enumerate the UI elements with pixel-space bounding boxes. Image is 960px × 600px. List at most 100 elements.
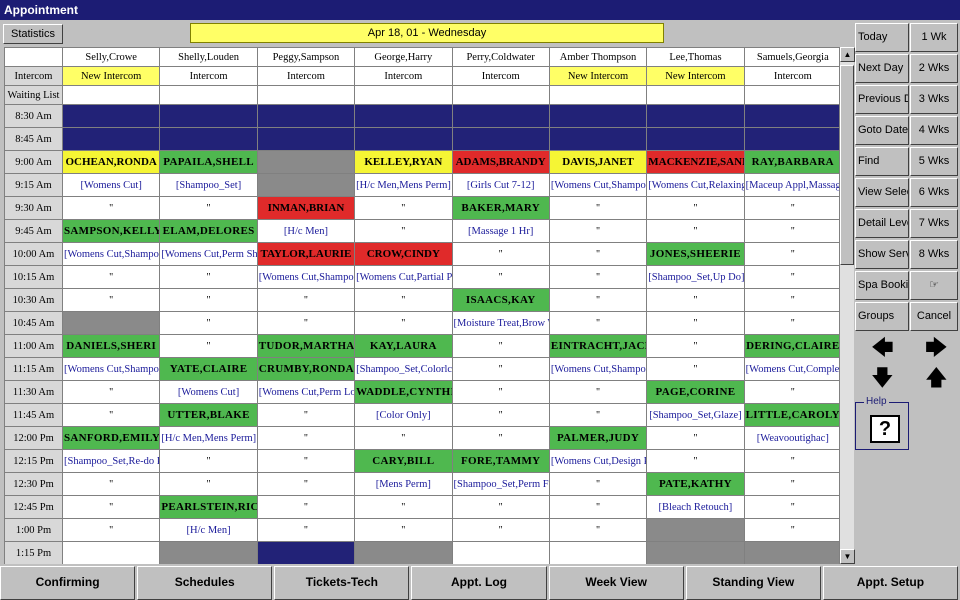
service-cell[interactable]: [Womens Cut,Shampoo <box>548 357 648 381</box>
slot-cell[interactable]: " <box>743 288 839 312</box>
slot-cell[interactable]: " <box>61 196 161 220</box>
side-nav-weeks-button[interactable]: 6 Wks <box>910 178 958 207</box>
bottom-button[interactable]: Appt. Log <box>411 566 547 600</box>
blocked-cell[interactable] <box>743 104 839 128</box>
arrow-right-icon[interactable]: 🡆 <box>925 337 948 359</box>
service-cell[interactable]: [Moisture Treat,Brow W <box>451 311 550 335</box>
side-nav-weeks-button[interactable]: 3 Wks <box>910 85 958 114</box>
slot-cell[interactable]: " <box>159 311 258 335</box>
slot-cell[interactable]: " <box>256 495 356 519</box>
slot-cell[interactable]: " <box>646 311 745 335</box>
service-cell[interactable]: [Shampoo_Set,Perm Fe <box>451 472 550 496</box>
slot-cell[interactable]: " <box>646 288 745 312</box>
appointment-cell[interactable]: DANIELS,SHERI <box>61 334 161 358</box>
scroll-thumb[interactable] <box>840 65 854 265</box>
slot-cell[interactable]: " <box>548 311 648 335</box>
appointment-cell[interactable]: ISAACS,KAY <box>451 288 550 312</box>
slot-cell[interactable]: " <box>159 472 258 496</box>
side-nav-weeks-button[interactable]: ☞ <box>910 271 958 300</box>
bottom-button[interactable]: Standing View <box>685 566 821 600</box>
unavailable-cell[interactable] <box>159 541 258 564</box>
blocked-cell[interactable] <box>61 127 161 151</box>
appointment-cell[interactable]: SANFORD,EMILY <box>61 426 161 450</box>
waiting-cell[interactable] <box>61 85 161 105</box>
slot-cell[interactable]: " <box>743 472 839 496</box>
slot-cell[interactable]: " <box>159 334 258 358</box>
service-cell[interactable]: [Womens Cut] <box>61 173 161 197</box>
unavailable-cell[interactable] <box>646 541 745 564</box>
intercom-cell[interactable]: Intercom <box>256 66 356 86</box>
slot-cell[interactable]: " <box>646 426 745 450</box>
service-cell[interactable]: [Shampoo_Set,Colorlcu <box>354 357 453 381</box>
side-nav-button[interactable]: Next Day <box>855 54 909 83</box>
appointment-cell[interactable]: ADAMS,BRANDY <box>451 150 550 174</box>
slot-cell[interactable]: " <box>256 472 356 496</box>
service-cell[interactable]: [Womens Cut,Shampoo <box>256 265 356 289</box>
slot-cell[interactable]: " <box>354 495 453 519</box>
vertical-scrollbar[interactable]: ▲ ▼ <box>839 47 855 564</box>
appointment-cell[interactable]: FORE,TAMMY <box>451 449 550 473</box>
slot-cell[interactable]: " <box>646 357 745 381</box>
slot-cell[interactable]: " <box>354 426 453 450</box>
unavailable-cell[interactable] <box>354 541 453 564</box>
waiting-cell[interactable] <box>354 85 453 105</box>
service-cell[interactable]: [Womens Cut,Perm Sho <box>159 242 258 266</box>
slot-cell[interactable]: " <box>159 196 258 220</box>
slot-cell[interactable]: " <box>61 518 161 542</box>
service-cell[interactable]: [Womens Cut,Shampoo <box>61 242 161 266</box>
intercom-cell[interactable]: Intercom <box>159 66 258 86</box>
appointment-cell[interactable]: CARY,BILL <box>354 449 453 473</box>
blocked-cell[interactable] <box>743 127 839 151</box>
slot-cell[interactable]: " <box>451 380 550 404</box>
slot-cell[interactable]: " <box>548 518 648 542</box>
appointment-cell[interactable]: PALMER,JUDY <box>548 426 648 450</box>
slot-cell[interactable] <box>61 541 161 564</box>
appointment-cell[interactable]: SAMPSON,KELLY <box>61 219 161 243</box>
stylist-header[interactable]: Shelly,Louden <box>159 47 258 67</box>
appointment-cell[interactable]: MACKENZIE,SAND <box>646 150 745 174</box>
slot-cell[interactable]: " <box>451 518 550 542</box>
service-cell[interactable]: [Massage 1 Hr] <box>451 219 550 243</box>
service-cell[interactable]: [Mens Perm] <box>354 472 453 496</box>
stylist-header[interactable]: Peggy,Sampson <box>256 47 356 67</box>
scroll-up-icon[interactable]: ▲ <box>840 47 855 62</box>
service-cell[interactable]: [Weavooutighac] <box>743 426 839 450</box>
side-nav-weeks-button[interactable]: 2 Wks <box>910 54 958 83</box>
service-cell[interactable]: [H/c Men] <box>159 518 258 542</box>
slot-cell[interactable]: " <box>548 495 648 519</box>
waiting-cell[interactable] <box>646 85 745 105</box>
blocked-cell[interactable] <box>451 127 550 151</box>
unavailable-cell[interactable] <box>61 311 161 335</box>
slot-cell[interactable]: " <box>256 518 356 542</box>
intercom-cell[interactable]: Intercom <box>451 66 550 86</box>
blocked-cell[interactable] <box>256 541 356 564</box>
slot-cell[interactable]: " <box>61 288 161 312</box>
blocked-cell[interactable] <box>548 104 648 128</box>
slot-cell[interactable]: " <box>451 495 550 519</box>
side-nav-weeks-button[interactable]: 4 Wks <box>910 116 958 145</box>
appointment-cell[interactable]: BAKER,MARY <box>451 196 550 220</box>
slot-cell[interactable]: " <box>548 219 648 243</box>
slot-cell[interactable]: " <box>548 196 648 220</box>
appointment-cell[interactable]: OCHEAN,RONDA <box>61 150 161 174</box>
appointment-cell[interactable]: PAGE,CORINE <box>646 380 745 404</box>
service-cell[interactable]: [Womens Cut,Shampoo <box>61 357 161 381</box>
appointment-cell[interactable]: PEARLSTEIN,RICH <box>159 495 258 519</box>
service-cell[interactable]: [Womens Cut,Shampoo <box>548 173 648 197</box>
bottom-button[interactable]: Schedules <box>137 566 273 600</box>
service-cell[interactable]: [Womens Cut,Perm Lor <box>256 380 356 404</box>
appointment-cell[interactable]: EINTRACHT,JACKIE <box>548 334 648 358</box>
arrow-up-icon[interactable]: 🡅 <box>925 367 948 389</box>
slot-cell[interactable]: " <box>646 196 745 220</box>
blocked-cell[interactable] <box>548 127 648 151</box>
appointment-cell[interactable]: TUDOR,MARTHA <box>256 334 356 358</box>
blocked-cell[interactable] <box>61 104 161 128</box>
unavailable-cell[interactable] <box>256 173 356 197</box>
waiting-cell[interactable] <box>256 85 356 105</box>
intercom-cell[interactable]: Intercom <box>743 66 839 86</box>
slot-cell[interactable]: " <box>61 380 161 404</box>
slot-cell[interactable]: " <box>743 380 839 404</box>
appointment-cell[interactable]: JONES,SHEERIE <box>646 242 745 266</box>
side-nav-button[interactable]: Spa Booking <box>855 271 909 300</box>
bottom-button[interactable]: Week View <box>548 566 684 600</box>
